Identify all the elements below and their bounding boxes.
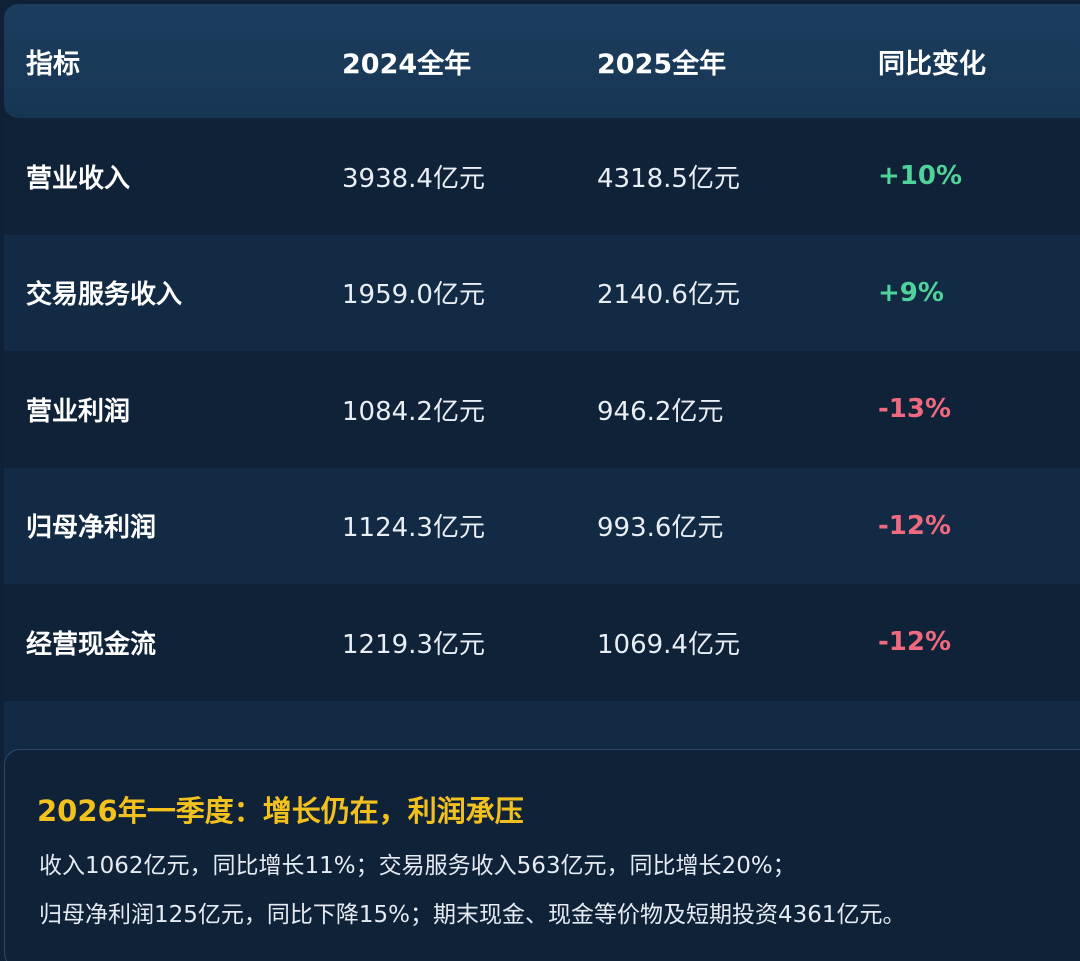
summary-line-revenue: 收入1062亿元，同比增长11%；交易服务收入563亿元，同比增长20%； [39, 853, 796, 879]
row-2024-value: 1124.3亿元 [342, 513, 485, 544]
header-2025: 2025全年 [597, 48, 727, 80]
row-2025-value: 1069.4亿元 [597, 629, 740, 660]
table-row: 交易服务收入 1959.0亿元 2140.6亿元 +9% [4, 234, 1080, 351]
header-yoy-change: 同比变化 [878, 48, 986, 80]
row-metric: 经营现金流 [26, 629, 157, 660]
table-row: 经营现金流 1219.3亿元 1069.4亿元 -12% [4, 584, 1080, 701]
row-2024-value: 1084.2亿元 [342, 396, 485, 427]
header-metric: 指标 [26, 48, 80, 80]
financial-table: 指标 2024全年 2025全年 同比变化 营业收入 3938.4亿元 4318… [4, 4, 1080, 817]
row-2024-value: 3938.4亿元 [342, 163, 485, 194]
row-change: +9% [878, 277, 944, 308]
row-2024-value: 1959.0亿元 [342, 280, 485, 311]
financial-summary-page: 指标 2024全年 2025全年 同比变化 营业收入 3938.4亿元 4318… [0, 0, 1080, 961]
row-change: +10% [878, 161, 963, 192]
row-2024-value: 1219.3亿元 [342, 629, 485, 660]
summary-title: 2026年一季度：增长仍在，利润承压 [37, 794, 524, 828]
row-2025-value: 4318.5亿元 [597, 163, 740, 194]
row-change: -13% [878, 394, 952, 425]
table-header: 指标 2024全年 2025全年 同比变化 [4, 4, 1080, 118]
row-2025-value: 993.6亿元 [597, 513, 724, 544]
row-metric: 归母净利润 [26, 513, 157, 544]
row-change: -12% [878, 510, 952, 541]
row-metric: 营业收入 [26, 163, 131, 194]
row-metric: 交易服务收入 [26, 280, 183, 311]
table-row: 营业收入 3938.4亿元 4318.5亿元 +10% [4, 118, 1080, 235]
q1-summary-card: 2026年一季度：增长仍在，利润承压 收入1062亿元，同比增长11%；交易服务… [4, 749, 1080, 961]
row-2025-value: 946.2亿元 [597, 396, 724, 427]
summary-line-profit: 归母净利润125亿元，同比下降15%；期末现金、现金等价物及短期投资4361亿元… [39, 902, 906, 928]
table-row: 营业利润 1084.2亿元 946.2亿元 -13% [4, 351, 1080, 468]
row-metric: 营业利润 [26, 396, 131, 427]
row-2025-value: 2140.6亿元 [597, 280, 740, 311]
header-2024: 2024全年 [342, 48, 472, 80]
table-row: 归母净利润 1124.3亿元 993.6亿元 -12% [4, 467, 1080, 584]
row-change: -12% [878, 627, 952, 658]
